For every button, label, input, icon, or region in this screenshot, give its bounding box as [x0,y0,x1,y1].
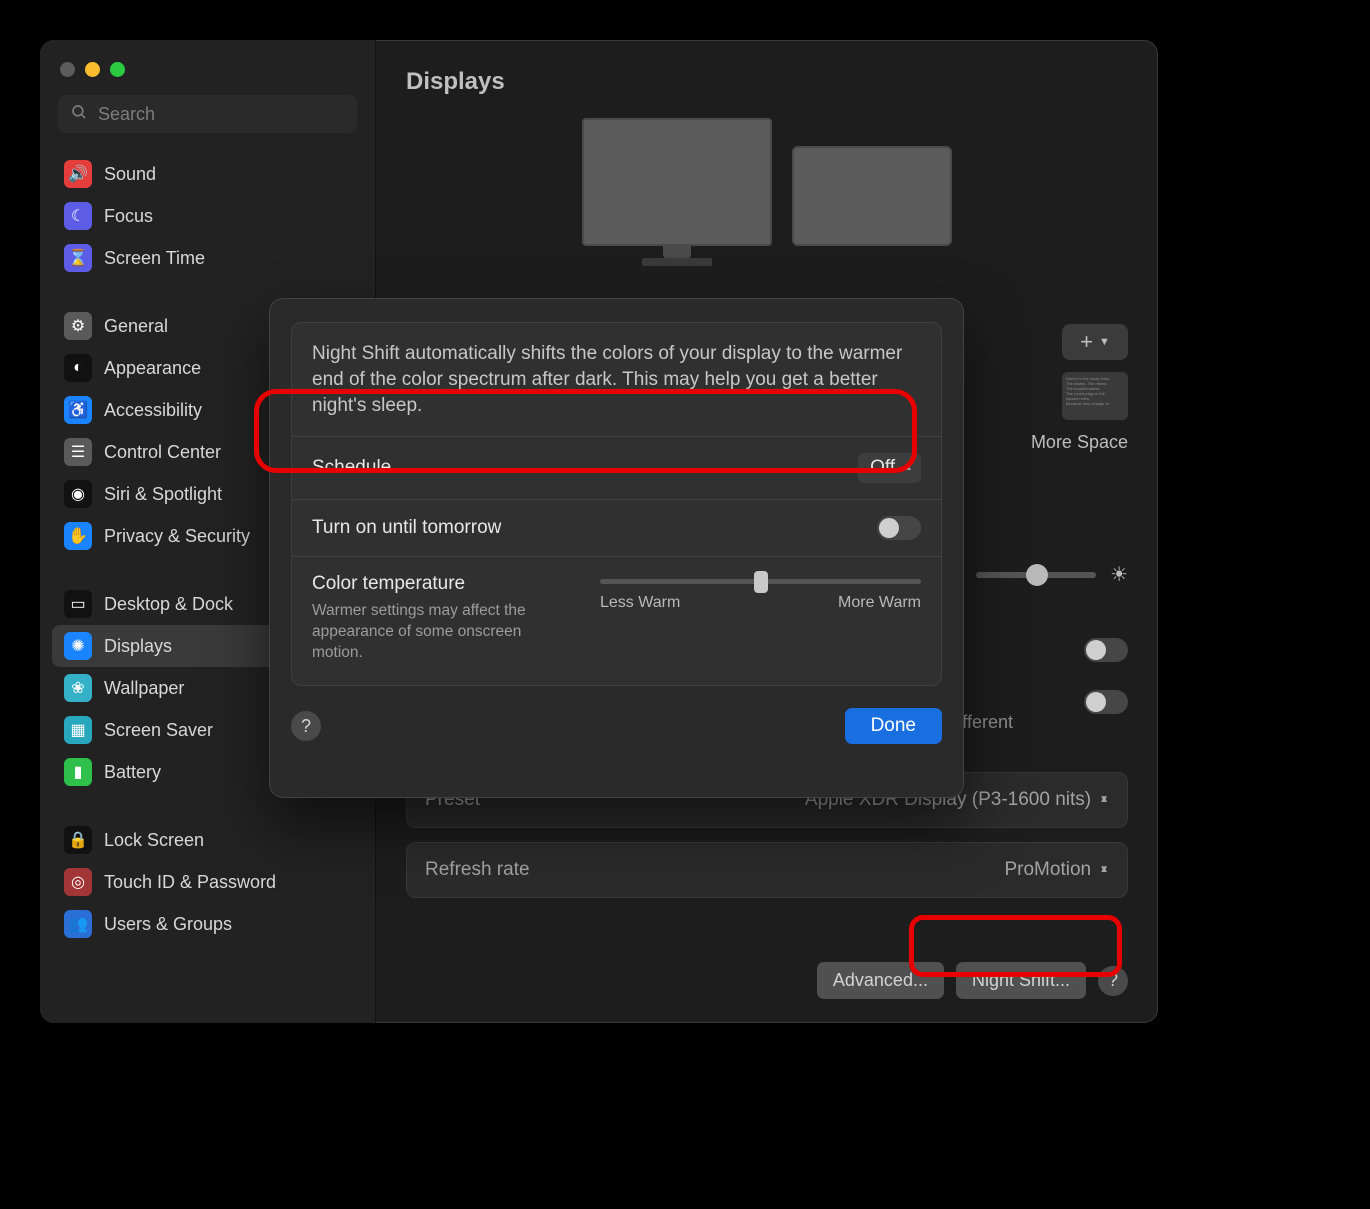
sidebar-item-label: Sound [104,164,156,185]
refresh-rate-row[interactable]: Refresh rate ProMotion ▲▼ [406,842,1128,898]
zoom-window-button[interactable] [110,62,125,77]
battery-icon: ▮ [64,758,92,786]
sidebar-item-label: Focus [104,206,153,227]
add-display-button[interactable]: + ▼ [1062,324,1128,360]
search-input[interactable] [98,104,345,125]
auto-brightness-row [1084,638,1128,662]
sidebar-item-label: Desktop & Dock [104,594,233,615]
night-shift-description: Night Shift automatically shifts the col… [312,341,921,420]
refresh-rate-label: Refresh rate [425,859,530,881]
schedule-select[interactable]: Off ▲▼ [858,453,921,483]
lock-screen-icon: 🔒 [64,826,92,854]
more-warm-label: More Warm [838,594,921,612]
true-tone-row [1084,690,1128,714]
color-temp-subtitle: Warmer settings may affect the appearanc… [312,601,572,664]
true-tone-toggle[interactable] [1084,690,1128,714]
sidebar-item-label: Screen Time [104,248,205,269]
auto-brightness-toggle[interactable] [1084,638,1128,662]
screen-time-icon: ⌛ [64,244,92,272]
sidebar-item-label: Displays [104,636,172,657]
help-button[interactable]: ? [1098,966,1128,996]
turn-on-label: Turn on until tomorrow [312,517,501,539]
done-button[interactable]: Done [845,708,942,744]
advanced-button[interactable]: Advanced... [817,962,944,999]
sidebar-item-label: Screen Saver [104,720,213,741]
sidebar-item-label: Wallpaper [104,678,184,699]
close-window-button[interactable] [60,62,75,77]
touch-id-password-icon: ◎ [64,868,92,896]
privacy-security-icon: ✋ [64,522,92,550]
sidebar-item-lock-screen[interactable]: 🔒 Lock Screen [52,819,363,861]
refresh-rate-value: ProMotion [1004,859,1091,881]
window-controls [40,54,375,95]
plus-icon: + [1080,331,1093,353]
sidebar-item-users-groups[interactable]: 👥 Users & Groups [52,903,363,945]
display-arrangement[interactable] [406,118,1128,246]
footer-buttons: Advanced... Night Shift... ? [817,962,1128,999]
displays-icon: ✺ [64,632,92,660]
minimize-window-button[interactable] [85,62,100,77]
schedule-value: Off [870,457,895,479]
display-laptop-icon[interactable] [792,146,952,246]
color-temp-slider-thumb[interactable] [754,571,768,593]
brightness-slider-thumb[interactable] [1026,564,1048,586]
turn-on-row: Turn on until tomorrow [312,516,921,540]
sidebar-item-touch-id-password[interactable]: ◎ Touch ID & Password [52,861,363,903]
less-warm-label: Less Warm [600,594,680,612]
night-shift-dialog: Night Shift automatically shifts the col… [269,298,964,798]
display-external-icon[interactable] [582,118,772,246]
desktop-dock-icon: ▭ [64,590,92,618]
siri-spotlight-icon: ◉ [64,480,92,508]
sidebar-item-label: Touch ID & Password [104,872,276,893]
sidebar-item-label: Accessibility [104,400,202,421]
accessibility-icon: ♿ [64,396,92,424]
chevron-down-icon: ▼ [1099,336,1110,348]
sound-icon: 🔊 [64,160,92,188]
night-shift-button[interactable]: Night Shift... [956,962,1086,999]
sidebar-item-label: Lock Screen [104,830,204,851]
screen-saver-icon: ▦ [64,716,92,744]
control-center-icon: ☰ [64,438,92,466]
sidebar-item-screen-time[interactable]: ⌛ Screen Time [52,237,363,279]
brightness-icon: ☀ [1110,562,1128,587]
search-field[interactable] [58,95,357,133]
color-temp-slider[interactable] [600,579,921,584]
sidebar-item-label: Battery [104,762,161,783]
resolution-option[interactable]: Here's to the crazy ones.The misfits. Th… [958,372,1128,453]
sidebar-item-label: Users & Groups [104,914,232,935]
sidebar-item-focus[interactable]: ☾ Focus [52,195,363,237]
brightness-slider[interactable] [976,572,1096,578]
color-temp-title: Color temperature [312,573,572,595]
resolution-label: More Space [958,432,1128,453]
brightness-row: ☀ [976,562,1128,587]
sidebar-item-label: Appearance [104,358,201,379]
sidebar-item-label: Siri & Spotlight [104,484,222,505]
resolution-thumbnail: Here's to the crazy ones.The misfits. Th… [1062,372,1128,420]
schedule-row: Schedule Off ▲▼ [312,453,921,483]
sidebar-item-label: Control Center [104,442,221,463]
wallpaper-icon: ❀ [64,674,92,702]
page-title: Displays [406,68,1128,96]
general-icon: ⚙ [64,312,92,340]
sidebar-item-sound[interactable]: 🔊 Sound [52,153,363,195]
sidebar-item-label: Privacy & Security [104,526,250,547]
dialog-help-button[interactable]: ? [291,711,321,741]
night-shift-panel: Night Shift automatically shifts the col… [291,322,942,686]
users-groups-icon: 👥 [64,910,92,938]
turn-on-toggle[interactable] [877,516,921,540]
color-temperature-section: Color temperature Warmer settings may af… [312,573,921,664]
sidebar-item-label: General [104,316,168,337]
text-fragment: fferent [962,712,1013,733]
search-icon [70,103,88,126]
appearance-icon: ◐ [64,354,92,382]
focus-icon: ☾ [64,202,92,230]
schedule-label: Schedule [312,457,391,479]
